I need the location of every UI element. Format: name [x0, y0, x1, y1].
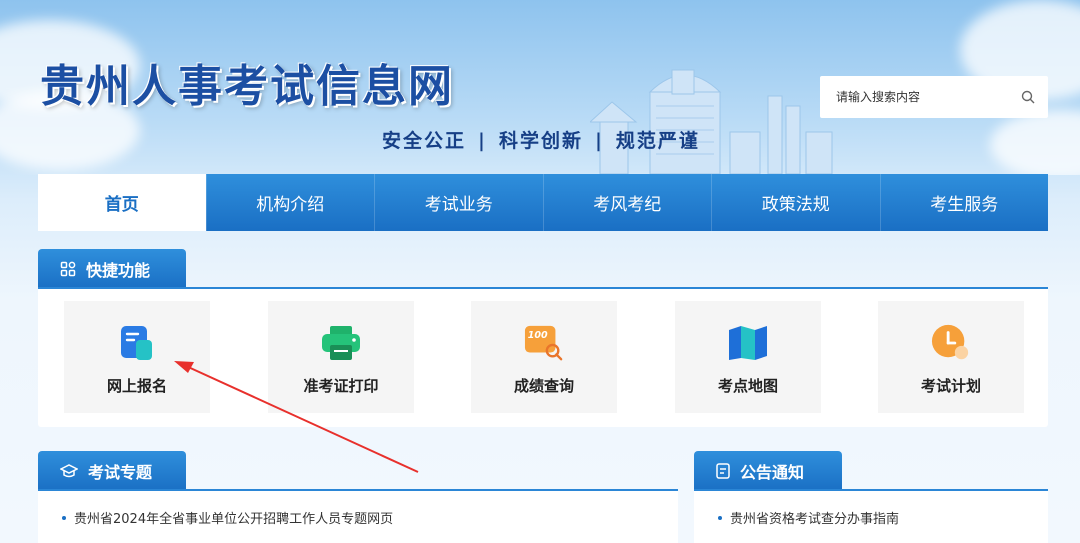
- quick-item-label: 网上报名: [106, 377, 167, 395]
- nav-item-about[interactable]: 机构介绍: [205, 174, 375, 231]
- list-item-text: 贵州省资格考试查分办事指南: [730, 512, 900, 527]
- search-input[interactable]: [836, 90, 1020, 104]
- site-header: 贵州人事考试信息网 安全公正 | 科学创新 | 规范严谨: [0, 0, 1080, 175]
- slogan-item: 科学创新: [498, 130, 583, 152]
- bullet-dot: [62, 515, 66, 520]
- notices-list: 贵州省资格考试查分办事指南: [694, 491, 1048, 543]
- nav-item-exam-business[interactable]: 考试业务: [374, 174, 543, 231]
- quick-item-score-query[interactable]: 100 成绩查询: [471, 301, 617, 413]
- clock-icon: [931, 323, 971, 363]
- notices-title: 公告通知: [740, 463, 805, 482]
- quick-functions-title: 快捷功能: [86, 261, 151, 280]
- quick-item-label: 成绩查询: [513, 377, 574, 395]
- exam-topics-title: 考试专题: [88, 463, 153, 482]
- graduation-cap-icon: [60, 463, 78, 479]
- quick-item-exam-site-map[interactable]: 考点地图: [675, 301, 821, 413]
- slogan-item: 规范严谨: [615, 130, 700, 152]
- nav-item-exam-discipline[interactable]: 考风考纪: [542, 174, 712, 231]
- grid-icon: [60, 261, 76, 277]
- notices-tab[interactable]: 公告通知: [694, 451, 842, 491]
- quick-item-label: 准考证打印: [303, 377, 379, 395]
- exam-topics-list: 贵州省2024年全省事业单位公开招聘工作人员专题网页: [38, 491, 678, 543]
- site-title: 贵州人事考试信息网: [40, 61, 454, 112]
- cloud-decoration: [990, 110, 1080, 175]
- list-item[interactable]: 贵州省2024年全省事业单位公开招聘工作人员专题网页: [38, 491, 678, 527]
- slogan-separator: |: [594, 130, 604, 152]
- register-form-icon: [117, 323, 157, 363]
- exam-topics-tab[interactable]: 考试专题: [38, 451, 186, 491]
- printer-icon: [321, 323, 361, 363]
- map-icon: [728, 323, 768, 363]
- nav-item-candidate-services[interactable]: 考生服务: [879, 174, 1049, 231]
- search-icon[interactable]: [1020, 89, 1036, 105]
- document-icon: [716, 463, 730, 479]
- slogan-separator: |: [478, 130, 487, 152]
- score-search-icon: 100: [524, 323, 564, 363]
- slogan-item: 安全公正: [382, 130, 467, 152]
- quick-functions-panel: 网上报名 准考证打印 100 成绩查询 考点地图 考试计划: [38, 289, 1048, 427]
- score-badge: 100: [528, 330, 548, 341]
- nav-item-policies[interactable]: 政策法规: [711, 174, 880, 231]
- list-item-text: 贵州省2024年全省事业单位公开招聘工作人员专题网页: [74, 512, 394, 527]
- search-box: [820, 76, 1048, 118]
- list-item[interactable]: 贵州省资格考试查分办事指南: [694, 491, 1048, 527]
- quick-item-online-registration[interactable]: 网上报名: [64, 301, 210, 413]
- bullet-dot: [718, 515, 722, 520]
- quick-item-admission-ticket-print[interactable]: 准考证打印: [268, 301, 414, 413]
- city-skyline-illustration: [590, 69, 833, 174]
- quick-item-exam-plan[interactable]: 考试计划: [878, 301, 1024, 413]
- quick-functions-tab: 快捷功能: [38, 249, 186, 289]
- main-nav: 首页 机构介绍 考试业务 考风考纪 政策法规 考生服务: [38, 174, 1048, 231]
- quick-item-label: 考点地图: [717, 377, 778, 395]
- site-slogan: 安全公正 | 科学创新 | 规范严谨: [382, 126, 700, 153]
- nav-item-home[interactable]: 首页: [38, 174, 206, 231]
- quick-item-label: 考试计划: [920, 377, 981, 395]
